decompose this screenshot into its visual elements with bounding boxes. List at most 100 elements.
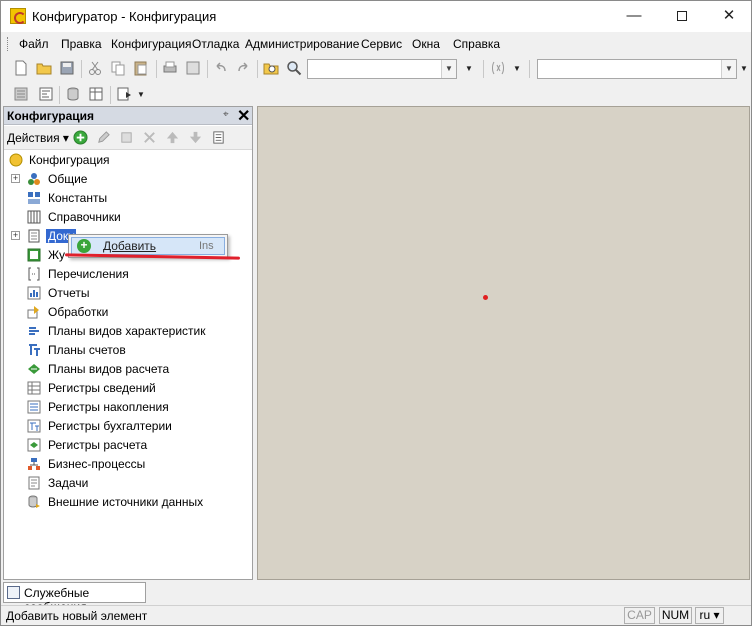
menu-help[interactable]: Справка — [453, 37, 500, 51]
find-in-folder-icon[interactable] — [263, 60, 279, 76]
new-file-icon[interactable] — [13, 60, 29, 76]
config-window-icon[interactable] — [38, 86, 54, 102]
menu-administration[interactable]: Администрирование — [245, 37, 359, 51]
tree-item-calculation-registers[interactable]: Регистры расчета — [4, 436, 252, 455]
tree-item-label: Перечисления — [48, 267, 129, 281]
chevron-down-icon[interactable]: ▼ — [721, 60, 736, 78]
tree-item-info-registers[interactable]: Регистры сведений — [4, 379, 252, 398]
window-title: Конфигуратор - Конфигурация — [32, 9, 217, 24]
run-options-arrow-icon[interactable]: ▼ — [137, 90, 145, 99]
tree-root-label: Конфигурация — [29, 153, 110, 167]
function-icon[interactable] — [490, 60, 506, 76]
minimize-button[interactable]: — — [611, 1, 657, 32]
chevron-down-icon[interactable]: ▼ — [441, 60, 456, 78]
catalogs-icon — [27, 210, 41, 224]
search-icon[interactable] — [286, 60, 302, 76]
tree-item-label: Регистры расчета — [48, 438, 148, 452]
accumulation-registers-icon — [27, 400, 41, 414]
properties-icon[interactable] — [13, 86, 29, 102]
main-toolbar: ▼ ▼ ▼ ▼ ▼ — [1, 56, 751, 82]
run-debug-icon[interactable] — [116, 86, 132, 102]
tree-item-label: Планы видов расчета — [48, 362, 170, 376]
messages-icon — [7, 586, 20, 599]
move-up-icon[interactable] — [165, 130, 180, 145]
search-options-arrow-icon[interactable]: ▼ — [465, 64, 473, 73]
tree-item-business-processes[interactable]: Бизнес-процессы — [4, 455, 252, 474]
tree-item-processings[interactable]: Обработки — [4, 303, 252, 322]
paste-icon[interactable] — [133, 60, 149, 76]
accounting-registers-icon — [27, 419, 41, 433]
journals-icon — [27, 248, 41, 262]
status-text: Добавить новый элемент — [6, 609, 148, 623]
search-combobox[interactable]: ▼ — [307, 59, 457, 79]
edit-pencil-icon[interactable] — [96, 130, 111, 145]
menu-grip-icon[interactable] — [7, 37, 10, 51]
context-menu-shortcut: Ins — [199, 240, 214, 252]
panel-close-icon[interactable]: ✕ — [237, 106, 250, 126]
toolbar-separator — [529, 60, 530, 78]
toolbar-overflow-arrow-icon[interactable]: ▼ — [740, 64, 748, 73]
preview-icon[interactable] — [185, 60, 201, 76]
context-menu-add-item[interactable]: + Добавить Ins — [71, 237, 225, 255]
print-icon[interactable] — [162, 60, 178, 76]
add-icon[interactable] — [73, 130, 88, 145]
panel-title: Конфигурация — [7, 109, 95, 123]
actions-arrow-icon: ▾ — [62, 131, 69, 145]
tree-root[interactable]: Конфигурация — [4, 151, 252, 170]
list-properties-icon[interactable] — [211, 130, 226, 145]
menu-file[interactable]: Файл — [19, 37, 49, 51]
copy-item-icon[interactable] — [119, 130, 134, 145]
add-icon: + — [77, 239, 91, 253]
actions-menu-button[interactable]: Действия ▾ — [7, 131, 69, 145]
toolbar-separator — [81, 60, 82, 78]
delete-icon[interactable] — [142, 130, 157, 145]
tree-item-label: Планы счетов — [48, 343, 126, 357]
expand-icon[interactable]: + — [11, 174, 20, 183]
move-down-icon[interactable] — [188, 130, 203, 145]
menu-windows[interactable]: Окна — [412, 37, 440, 51]
tree-item-catalogs[interactable]: Справочники — [4, 208, 252, 227]
pin-icon[interactable]: ⌖ — [223, 109, 229, 120]
database-icon[interactable] — [65, 86, 81, 102]
panel-header: Конфигурация ⌖ ✕ — [4, 107, 252, 125]
menu-edit[interactable]: Правка — [61, 37, 102, 51]
undo-icon[interactable] — [213, 60, 229, 76]
tree-item-constants[interactable]: Константы — [4, 189, 252, 208]
open-folder-icon[interactable] — [36, 60, 52, 76]
service-messages-tab[interactable]: Служебные сообщения — [3, 582, 146, 614]
tree-item-chart-of-accounts[interactable]: Планы счетов — [4, 341, 252, 360]
tree-item-label: Планы видов характеристик — [48, 324, 206, 338]
context-menu-add-label: Добавить — [103, 239, 157, 253]
calculation-registers-icon — [27, 438, 41, 452]
close-window-button[interactable]: ✕ — [706, 1, 752, 32]
tree-item-enums[interactable]: Перечисления — [4, 265, 252, 284]
redo-icon[interactable] — [235, 60, 251, 76]
secondary-toolbar: ▼ — [1, 82, 751, 108]
cut-icon[interactable] — [87, 60, 103, 76]
cursor-marker — [483, 295, 488, 300]
tree-item-external-data-sources[interactable]: Внешние источники данных — [4, 493, 252, 512]
menu-service[interactable]: Сервис — [361, 37, 402, 51]
save-icon[interactable] — [59, 60, 75, 76]
tree-item-accounting-registers[interactable]: Регистры бухгалтерии — [4, 417, 252, 436]
tree-item-reports[interactable]: Отчеты — [4, 284, 252, 303]
maximize-button[interactable] — [659, 1, 705, 32]
tree-item-tasks[interactable]: Задачи — [4, 474, 252, 493]
tree-item-label: Регистры накопления — [48, 400, 169, 414]
tree-item-calculation-types[interactable]: Планы видов расчета — [4, 360, 252, 379]
tasks-icon — [28, 476, 40, 490]
tree-item-label: Константы — [48, 191, 108, 205]
expand-icon[interactable]: + — [11, 231, 20, 240]
menu-configuration[interactable]: Конфигурация — [111, 37, 192, 51]
table-icon[interactable] — [88, 86, 104, 102]
menu-debug[interactable]: Отладка — [192, 37, 239, 51]
tree-item-accumulation-registers[interactable]: Регистры накопления — [4, 398, 252, 417]
characteristic-types-icon — [29, 327, 39, 335]
tree-item-chart-of-characteristic-types[interactable]: Планы видов характеристик — [4, 322, 252, 341]
module-combobox[interactable]: ▼ — [537, 59, 737, 79]
tree-item-label: Общие — [48, 172, 88, 186]
copy-icon[interactable] — [110, 60, 126, 76]
tree-item-common[interactable]: + Общие — [4, 170, 252, 189]
language-selector[interactable]: ru ▾ — [695, 607, 724, 624]
function-arrow-icon[interactable]: ▼ — [513, 64, 521, 73]
